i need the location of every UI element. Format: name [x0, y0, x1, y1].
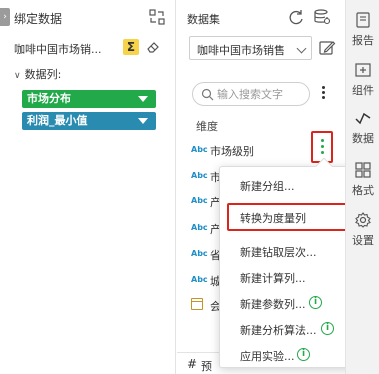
rail-item-data[interactable]: 数据: [346, 106, 379, 152]
info-icon[interactable]: i: [321, 322, 334, 335]
more-options-icon[interactable]: [319, 84, 327, 104]
bound-data-panel: › 绑定数据 咖啡中国市场销... Σ ∨ 数据列: 市场分布 利润_最小值: [0, 0, 176, 374]
field-search-box[interactable]: [192, 82, 310, 106]
refresh-icon[interactable]: [287, 8, 305, 26]
rail-item-format[interactable]: 格式: [346, 158, 379, 204]
dataset-select-value: 咖啡中国市场销售: [197, 44, 285, 57]
field-name: 市场级别: [210, 145, 254, 158]
bound-data-header: › 绑定数据: [0, 0, 176, 34]
rail-item-label: 组件: [352, 84, 374, 97]
dataset-title: 数据集: [187, 13, 220, 26]
text-type-icon: Abc: [191, 223, 208, 232]
component-icon: [355, 63, 371, 77]
rail-item-component[interactable]: 组件: [346, 58, 379, 104]
data-columns-label: ∨ 数据列:: [14, 68, 62, 81]
text-type-icon: Abc: [191, 196, 208, 205]
database-settings-icon[interactable]: [313, 8, 331, 26]
report-icon: [356, 12, 370, 28]
bound-dataset-name: 咖啡中国市场销...: [14, 43, 102, 56]
menu-item-new-analysis-algorithm[interactable]: 新建分析算法... i: [220, 317, 356, 341]
dimension-label: 维度: [196, 120, 218, 133]
search-icon: [201, 88, 214, 101]
column-pill-label: 利润_最小值: [27, 114, 88, 127]
rail-item-label: 报告: [352, 34, 374, 47]
dropdown-triangle-icon[interactable]: [138, 118, 148, 124]
column-pill-market[interactable]: 市场分布: [22, 90, 156, 108]
sum-icon[interactable]: Σ: [123, 39, 139, 55]
edit-icon[interactable]: [318, 39, 336, 57]
menu-item-label: 新建钻取层次...: [240, 246, 317, 259]
bound-dataset-row: 咖啡中国市场销... Σ: [0, 38, 176, 58]
collapse-panel-tab[interactable]: ›: [0, 8, 10, 26]
dataset-select[interactable]: 咖啡中国市场销售: [189, 36, 312, 60]
column-pill-profit-min[interactable]: 利润_最小值: [22, 112, 156, 130]
dropdown-triangle-icon[interactable]: [138, 96, 148, 102]
menu-item-label: 新建参数列...: [240, 298, 306, 311]
eraser-icon[interactable]: [146, 40, 160, 54]
menu-item-apply-experiment[interactable]: 应用实验... i: [220, 343, 356, 367]
chevron-down-icon[interactable]: ∨: [14, 71, 21, 81]
rail-item-label: 数据: [352, 132, 374, 145]
info-icon[interactable]: i: [309, 296, 322, 309]
text-type-icon: Abc: [191, 145, 208, 154]
format-icon: [355, 162, 371, 178]
right-rail: 报告 组件 数据 格式 设置: [345, 0, 379, 374]
swap-binding-icon[interactable]: [148, 8, 166, 26]
menu-item-label: 应用实验...: [240, 350, 295, 363]
number-type-icon: #: [187, 357, 198, 371]
menu-item-label: 转换为度量列: [240, 212, 306, 225]
menu-item-label: 新建分析算法...: [240, 324, 317, 337]
menu-item-convert-to-measure[interactable]: 转换为度量列: [220, 205, 356, 229]
rail-item-label: 格式: [352, 184, 374, 197]
menu-item-label: 新建计算列...: [240, 272, 306, 285]
rail-item-label: 设置: [352, 234, 374, 247]
menu-item-new-group[interactable]: 新建分组...: [220, 173, 356, 197]
bound-data-title: 绑定数据: [14, 12, 63, 26]
menu-item-new-calculated-column[interactable]: 新建计算列...: [220, 265, 356, 289]
rail-item-report[interactable]: 报告: [346, 8, 379, 54]
data-icon: [355, 112, 371, 125]
calendar-icon: [191, 298, 203, 310]
menu-item-new-drill-hierarchy[interactable]: 新建钻取层次...: [220, 239, 356, 263]
info-icon[interactable]: i: [297, 348, 310, 361]
chevron-down-icon: [296, 43, 307, 54]
menu-item-new-parameter-column[interactable]: 新建参数列... i: [220, 291, 356, 315]
search-input[interactable]: [217, 86, 305, 102]
text-type-icon: Abc: [191, 275, 208, 284]
settings-icon: [355, 212, 371, 228]
field-context-menu: 新建分组... 转换为度量列 新建钻取层次... 新建计算列... 新建参数列.…: [219, 157, 356, 368]
text-type-icon: Abc: [191, 171, 208, 180]
rail-item-settings[interactable]: 设置: [346, 208, 379, 254]
text-type-icon: Abc: [191, 249, 208, 258]
column-pill-label: 市场分布: [27, 92, 71, 105]
measures-section-label: 预: [201, 360, 212, 373]
menu-item-label: 新建分组...: [240, 180, 295, 193]
